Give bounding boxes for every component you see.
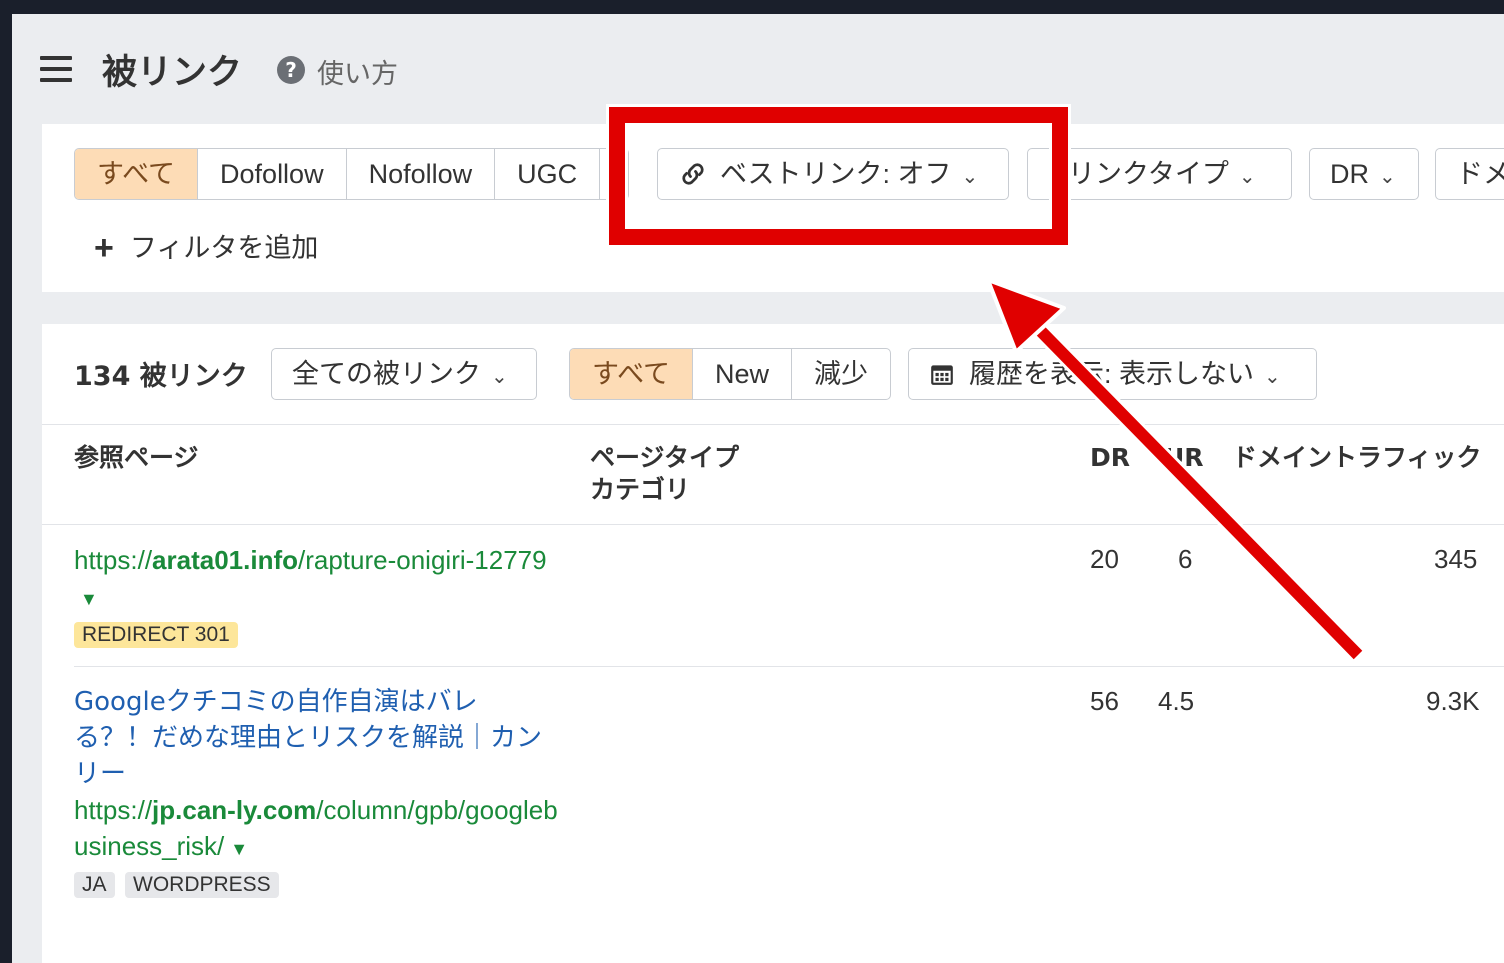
segment-nofollow[interactable]: Nofollow xyxy=(345,149,495,199)
col-page-type[interactable]: ページタイプ xyxy=(590,442,739,474)
chevron-down-icon: ⌄ xyxy=(491,366,508,388)
best-links-label: ベストリンク: オフ xyxy=(720,159,952,189)
domain-dropdown[interactable]: ドメ xyxy=(1435,148,1504,200)
col-dr[interactable]: DR xyxy=(1090,442,1130,474)
row2-traffic: 9.3K xyxy=(1426,686,1480,716)
link-type-dropdown[interactable]: リンクタイプ ⌄ xyxy=(1027,148,1292,200)
best-links-dropdown[interactable]: ベストリンク: オフ ⌄ xyxy=(657,148,1009,200)
domain-label: ドメ xyxy=(1456,159,1504,189)
row-divider xyxy=(74,666,1504,667)
url-path: /rapture-onigiri-12779 xyxy=(298,545,547,575)
history-label: 履歴を表示: 表示しない xyxy=(969,359,1255,389)
plus-icon: + xyxy=(94,229,114,267)
url-domain: arata01.info xyxy=(152,545,298,575)
link-type-label: リンクタイプ xyxy=(1068,159,1229,189)
segment-ugc[interactable]: UGC xyxy=(494,149,599,199)
dr-dropdown[interactable]: DR ⌄ xyxy=(1309,148,1419,200)
help-link[interactable]: 使い方 xyxy=(317,52,398,91)
row1-url[interactable]: https://arata01.info/rapture-onigiri-127… xyxy=(74,542,564,617)
row1-traffic: 345 xyxy=(1434,544,1478,574)
url-prefix: https:// xyxy=(74,545,153,575)
chevron-down-icon: ⌄ xyxy=(1379,166,1396,188)
add-filter-label: フィルタを追加 xyxy=(129,233,319,263)
row2-url[interactable]: https://jp.can-ly.com/column/gpb/googleb… xyxy=(74,792,564,867)
col-category[interactable]: カテゴリ xyxy=(590,474,690,506)
tab-all[interactable]: すべて xyxy=(570,349,693,399)
status-segmented: すべて New 減少 xyxy=(569,348,892,400)
page-title: 被リンク xyxy=(102,53,243,93)
url-domain: jp.can-ly.com xyxy=(152,795,317,825)
redirect-badge: REDIRECT 301 xyxy=(74,622,238,648)
scope-label: 全ての被リンク xyxy=(292,359,481,389)
row2-title[interactable]: Googleクチコミの自作自演はバレる？！だめな理由とリスクを解説｜カンリー xyxy=(74,684,554,792)
row2-dr: 56 xyxy=(1090,686,1119,716)
tab-new[interactable]: New xyxy=(692,349,791,399)
tab-lost[interactable]: 減少 xyxy=(791,349,890,399)
lang-badge: JA xyxy=(74,872,115,898)
cms-badge: WORDPRESS xyxy=(125,872,279,898)
link-icon xyxy=(682,163,704,185)
link-type-segmented: すべて Dofollow Nofollow UGC xyxy=(74,148,630,200)
row1-dr: 20 xyxy=(1090,544,1119,574)
dropdown-caret-icon[interactable]: ▼ xyxy=(230,839,248,859)
chevron-down-icon: ⌄ xyxy=(1264,366,1281,388)
chevron-down-icon: ⌄ xyxy=(1238,166,1256,188)
col-domain-traffic[interactable]: ドメイントラフィック xyxy=(1232,442,1482,474)
app-window: 被リンク ? 使い方 すべて Dofollow Nofollow UGC ベスト… xyxy=(12,14,1504,963)
row2-ur: 4.5 xyxy=(1158,686,1195,716)
scope-dropdown[interactable]: 全ての被リンク ⌄ xyxy=(271,348,537,400)
dr-label: DR xyxy=(1330,159,1369,189)
backlink-count: 134 被リンク xyxy=(74,361,248,392)
row1-ur: 6 xyxy=(1178,544,1193,574)
segment-more[interactable] xyxy=(599,149,628,199)
header-divider xyxy=(42,424,1504,425)
calendar-icon xyxy=(931,365,953,385)
column-divider xyxy=(42,524,1504,525)
chevron-down-icon: ⌄ xyxy=(961,166,979,188)
help-icon[interactable]: ? xyxy=(277,56,305,84)
segment-dofollow[interactable]: Dofollow xyxy=(197,149,346,199)
col-ur[interactable]: UR xyxy=(1164,442,1204,474)
segment-all[interactable]: すべて xyxy=(75,149,198,199)
filter-panel: すべて Dofollow Nofollow UGC ベストリンク: オフ ⌄ リン… xyxy=(42,124,1504,292)
col-ref-page[interactable]: 参照ページ xyxy=(74,442,199,474)
dropdown-caret-icon[interactable]: ▼ xyxy=(80,589,98,609)
history-dropdown[interactable]: 履歴を表示: 表示しない ⌄ xyxy=(908,348,1317,400)
menu-icon[interactable] xyxy=(40,56,72,84)
url-prefix: https:// xyxy=(74,795,153,825)
results-panel: 134 被リンク 全ての被リンク ⌄ すべて New 減少 履歴を表示: 表示しな… xyxy=(42,324,1504,963)
add-filter-button[interactable]: + フィルタを追加 xyxy=(94,226,318,268)
